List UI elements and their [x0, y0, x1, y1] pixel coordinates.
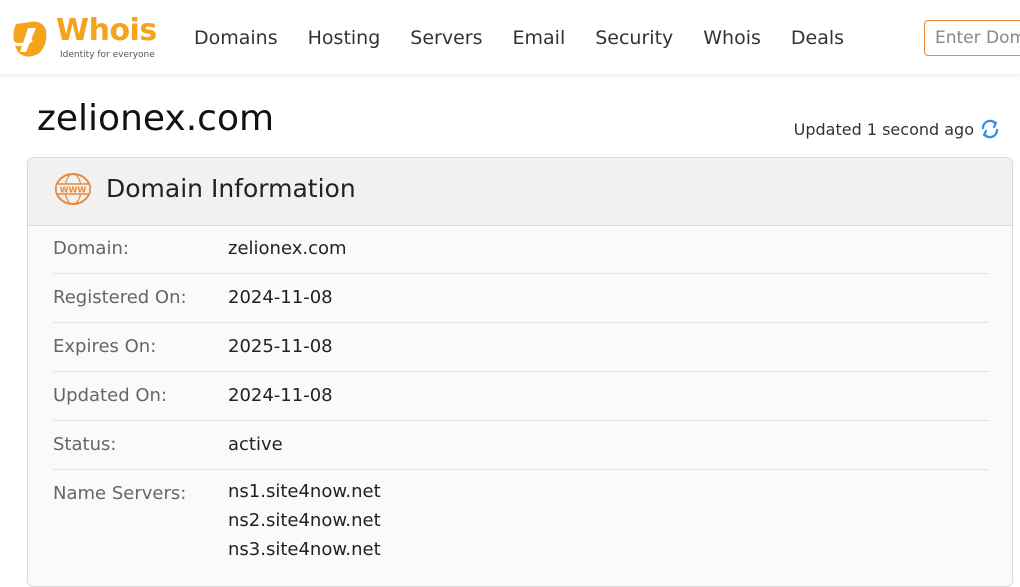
info-row-status: Status: active [53, 421, 989, 470]
info-row-name-servers: Name Servers: ns1.site4now.net ns2.site4… [53, 470, 989, 564]
main-nav: Domains Hosting Servers Email Security W… [194, 27, 874, 49]
nav-item-servers[interactable]: Servers [410, 27, 482, 49]
card-title: Domain Information [106, 174, 356, 203]
row-value: zelionex.com [228, 238, 347, 259]
row-label: Updated On: [53, 385, 167, 406]
svg-text:WWW: WWW [60, 186, 87, 195]
updated-text: Updated 1 second ago [793, 119, 974, 139]
nav-item-whois[interactable]: Whois [703, 27, 761, 49]
nav-item-domains[interactable]: Domains [194, 27, 278, 49]
domain-info-card: WWW Domain Information Domain: zelionex.… [27, 157, 1013, 587]
updated-status: Updated 1 second ago [794, 118, 1000, 140]
row-value: 2024-11-08 [228, 287, 333, 308]
page-title: zelionex.com [37, 98, 275, 139]
www-icon: WWW [55, 173, 91, 205]
row-value: active [228, 434, 283, 455]
row-label: Registered On: [53, 287, 187, 308]
domain-info-table: Domain: zelionex.com Registered On: 2024… [53, 225, 989, 564]
info-row-updated: Updated On: 2024-11-08 [53, 372, 989, 421]
row-label: Expires On: [53, 336, 157, 357]
refresh-icon[interactable] [980, 118, 1000, 140]
nav-item-email[interactable]: Email [513, 27, 566, 49]
row-value: 2025-11-08 [228, 336, 333, 357]
info-row-expires: Expires On: 2025-11-08 [53, 323, 989, 372]
info-row-registered: Registered On: 2024-11-08 [53, 274, 989, 323]
nav-item-deals[interactable]: Deals [791, 27, 844, 49]
nav-item-security[interactable]: Security [595, 27, 673, 49]
name-server: ns2.site4now.net [228, 510, 381, 531]
logo-tagline: Identity for everyone [60, 50, 155, 60]
row-label: Domain: [53, 238, 129, 259]
domain-search-input[interactable] [924, 20, 1020, 56]
nav-item-hosting[interactable]: Hosting [308, 27, 381, 49]
name-server: ns1.site4now.net [228, 481, 381, 502]
row-label: Name Servers: [53, 483, 187, 504]
card-header: WWW Domain Information [28, 158, 1012, 226]
name-server-list: ns1.site4now.net ns2.site4now.net ns3.si… [228, 470, 381, 564]
name-server: ns3.site4now.net [228, 539, 381, 560]
whois-logo[interactable]: Whois Identity for everyone [8, 13, 160, 62]
site-header: Whois Identity for everyone Domains Host… [0, 0, 1020, 74]
logo-wordmark: Whois [56, 13, 157, 48]
logo-mark-icon [11, 21, 47, 57]
row-label: Status: [53, 434, 117, 455]
row-value: 2024-11-08 [228, 385, 333, 406]
info-row-domain: Domain: zelionex.com [53, 225, 989, 274]
